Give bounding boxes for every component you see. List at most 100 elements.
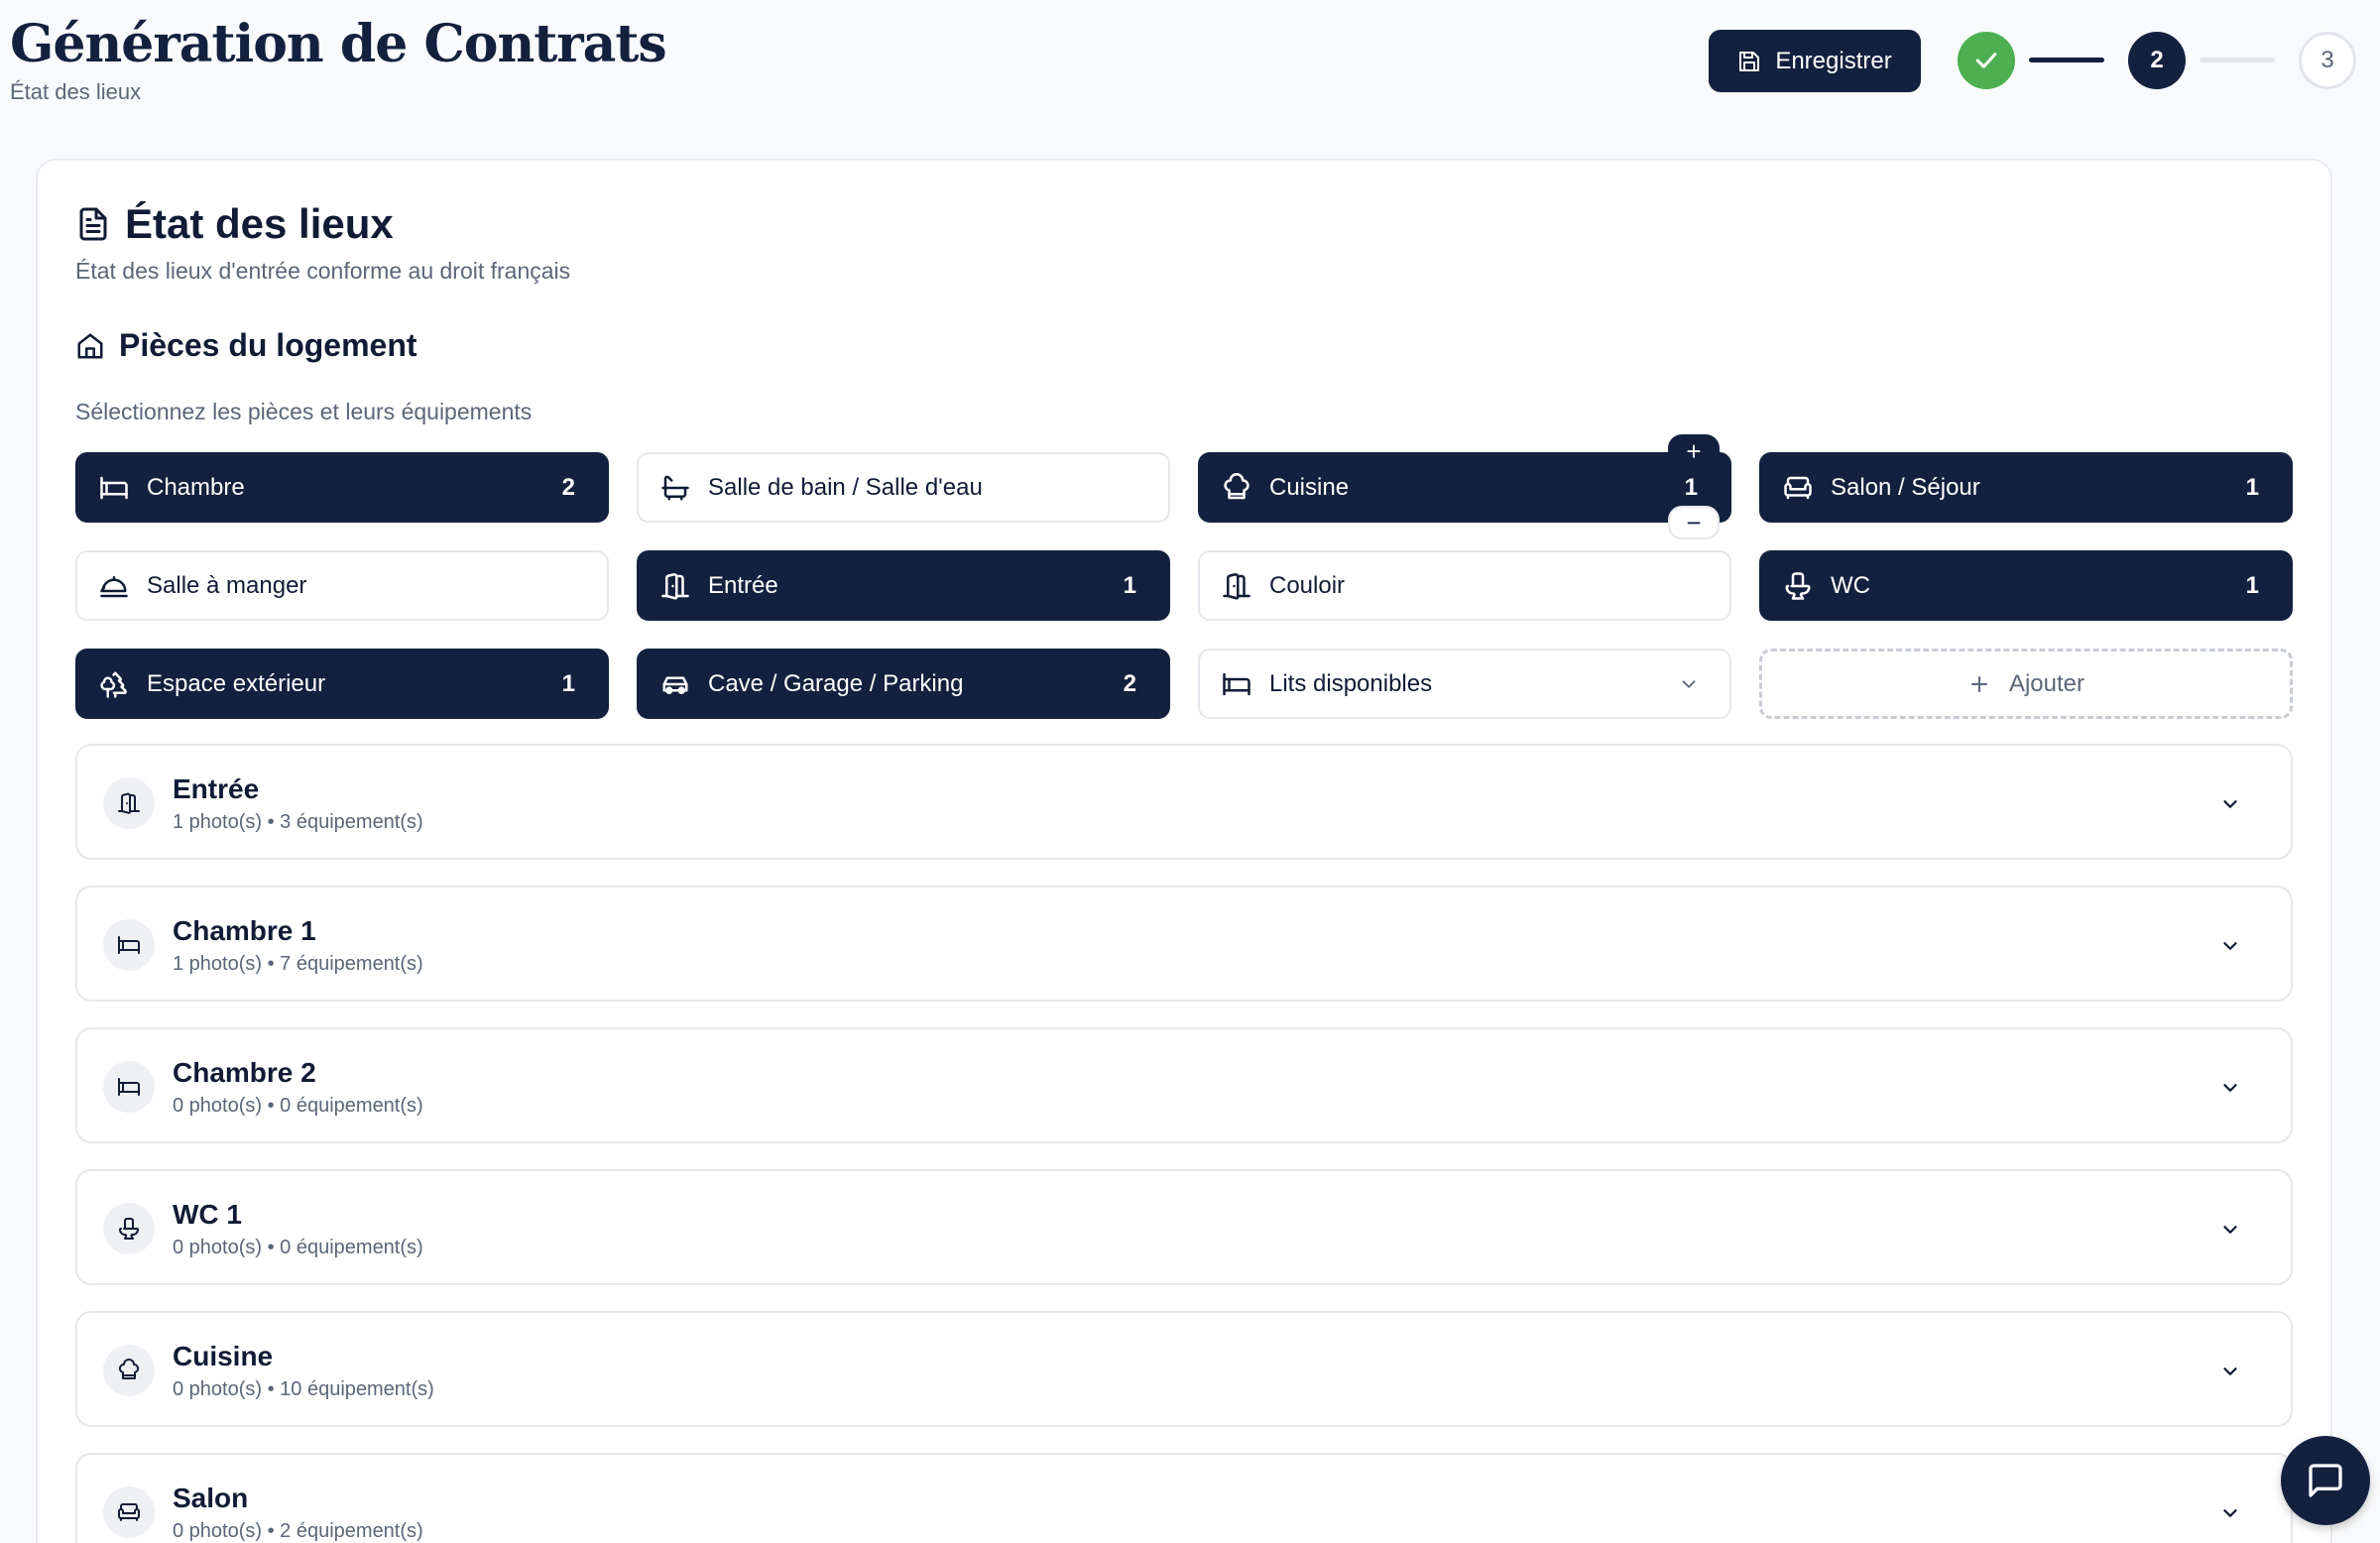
door-icon: [118, 792, 140, 814]
room-type-cuisine[interactable]: Cuisine 1: [1198, 452, 1731, 523]
step-2-current[interactable]: 2: [2128, 32, 2186, 89]
room-name: Entrée: [173, 773, 260, 804]
room-type-espace-exterieur[interactable]: Espace extérieur 1: [75, 649, 609, 719]
room-meta: 0 photo(s) • 10 équipement(s): [173, 1378, 434, 1400]
home-icon: [77, 333, 103, 358]
step-connector: [2200, 58, 2275, 62]
save-button[interactable]: Enregistrer: [1709, 30, 1921, 92]
room-type-count: 1: [1123, 571, 1136, 599]
room-type-label: Salon / Séjour: [1831, 473, 1980, 501]
save-button-label: Enregistrer: [1775, 47, 1892, 74]
room-name: Cuisine: [173, 1341, 274, 1371]
room-avatar: [103, 1486, 155, 1538]
room-avatar: [103, 919, 155, 971]
room-avatar: [103, 1061, 155, 1113]
sofa-icon: [118, 1503, 140, 1521]
room-accordion-cuisine[interactable]: Cuisine 0 photo(s) • 10 équipement(s): [75, 1311, 2293, 1427]
dining-icon: [100, 575, 128, 597]
room-type-cave-garage[interactable]: Cave / Garage / Parking 2: [637, 649, 1170, 719]
page-subtitle: État des lieux: [10, 79, 142, 104]
plus-icon: [1970, 675, 1987, 692]
room-avatar: [103, 777, 155, 829]
bath-icon: [661, 475, 689, 500]
step-1-done[interactable]: [1958, 32, 2015, 89]
room-meta: 0 photo(s) • 0 équipement(s): [173, 1237, 423, 1258]
room-meta: 1 photo(s) • 3 équipement(s): [173, 811, 423, 833]
card-title: État des lieux: [75, 200, 394, 248]
toilet-icon: [119, 1218, 139, 1240]
inventory-card: État des lieux État des lieux d'entrée c…: [36, 159, 2332, 1543]
room-type-salle-de-bain[interactable]: Salle de bain / Salle d'eau: [637, 452, 1170, 523]
chef-hat-icon: [1224, 472, 1250, 499]
chevron-down-icon[interactable]: [2219, 1077, 2241, 1099]
document-icon: [79, 207, 107, 241]
bed-icon: [100, 476, 128, 499]
chef-hat-icon: [118, 1359, 140, 1379]
room-type-count: 1: [2245, 571, 2259, 599]
room-type-label: Cuisine: [1269, 473, 1350, 501]
room-type-label: Salle de bain / Salle d'eau: [708, 473, 983, 501]
chat-button[interactable]: [2281, 1436, 2370, 1525]
section-title-text: Pièces du logement: [119, 327, 417, 363]
room-type-count: 1: [1684, 473, 1698, 501]
add-room-button[interactable]: Ajouter: [1759, 649, 2293, 719]
chevron-down-icon[interactable]: [2219, 1502, 2241, 1524]
room-type-entree[interactable]: Entrée 1: [637, 550, 1170, 621]
room-accordion-salon[interactable]: Salon 0 photo(s) • 2 équipement(s): [75, 1453, 2293, 1543]
room-name: WC 1: [173, 1199, 242, 1230]
room-avatar: [103, 1203, 155, 1254]
room-type-label: Couloir: [1269, 571, 1346, 599]
bed-icon: [118, 936, 140, 954]
room-type-count: 1: [2245, 473, 2259, 501]
room-meta: 0 photo(s) • 2 équipement(s): [173, 1520, 423, 1542]
step-3-todo[interactable]: 3: [2299, 32, 2356, 89]
room-type-label: Chambre: [147, 473, 245, 501]
room-avatar: [103, 1345, 155, 1396]
room-name: Salon: [173, 1483, 249, 1513]
room-type-label: Espace extérieur: [147, 669, 326, 697]
room-meta: 1 photo(s) • 7 équipement(s): [173, 953, 423, 975]
room-name: Chambre 2: [173, 1057, 316, 1088]
check-icon: [1975, 53, 1997, 68]
room-type-label: Salle à manger: [147, 571, 307, 599]
add-room-label: Ajouter: [2008, 669, 2085, 697]
message-icon: [2309, 1464, 2342, 1497]
room-type-couloir[interactable]: Couloir: [1198, 550, 1731, 621]
room-accordion-entree[interactable]: Entrée 1 photo(s) • 3 équipement(s): [75, 744, 2293, 860]
decrement-button[interactable]: −: [1668, 506, 1720, 539]
bed-icon: [118, 1078, 140, 1096]
chevron-down-icon[interactable]: [2219, 1219, 2241, 1241]
chevron-down-icon: [1682, 679, 1696, 688]
room-type-chambre[interactable]: Chambre 2: [75, 452, 609, 523]
room-type-salle-a-manger[interactable]: Salle à manger: [75, 550, 609, 621]
chevron-down-icon[interactable]: [2219, 935, 2241, 957]
room-type-salon[interactable]: Salon / Séjour 1: [1759, 452, 2293, 523]
section-description: Sélectionnez les pièces et leurs équipem…: [75, 399, 533, 424]
page-title: Génération de Contrats: [10, 14, 667, 74]
increment-button[interactable]: +: [1668, 434, 1720, 468]
room-type-label: Cave / Garage / Parking: [708, 669, 964, 697]
chevron-down-icon[interactable]: [2219, 793, 2241, 815]
room-type-count: 2: [1123, 669, 1136, 697]
section-title: Pièces du logement: [75, 327, 417, 364]
room-type-label: Entrée: [708, 571, 778, 599]
bed-icon: [1223, 672, 1250, 695]
door-icon: [661, 572, 689, 600]
room-type-wc[interactable]: WC 1: [1759, 550, 2293, 621]
room-name: Chambre 1: [173, 915, 316, 946]
tree-icon: [100, 671, 127, 698]
room-type-count: 2: [561, 473, 575, 501]
sofa-icon: [1784, 476, 1812, 499]
door-icon: [1223, 572, 1250, 600]
beds-dropdown[interactable]: Lits disponibles: [1198, 649, 1731, 719]
save-icon: [1739, 51, 1760, 71]
chevron-down-icon[interactable]: [2219, 1361, 2241, 1382]
beds-dropdown-label: Lits disponibles: [1269, 669, 1433, 697]
room-accordion-wc-1[interactable]: WC 1 0 photo(s) • 0 équipement(s): [75, 1169, 2293, 1285]
card-title-text: État des lieux: [125, 200, 394, 247]
room-accordion-chambre-2[interactable]: Chambre 2 0 photo(s) • 0 équipement(s): [75, 1027, 2293, 1143]
room-accordion-chambre-1[interactable]: Chambre 1 1 photo(s) • 7 équipement(s): [75, 886, 2293, 1002]
toilet-icon: [1785, 571, 1811, 600]
step-connector: [2029, 58, 2104, 62]
room-type-label: WC: [1831, 571, 1870, 599]
